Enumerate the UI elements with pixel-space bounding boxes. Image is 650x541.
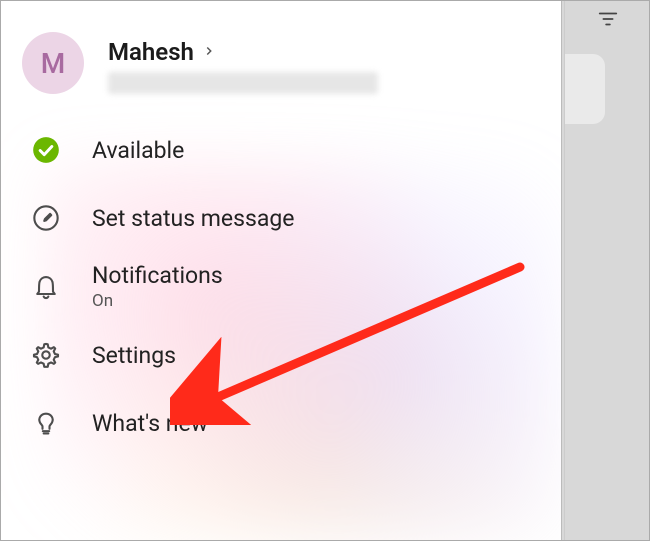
filter-icon xyxy=(597,8,619,34)
menu-label: What's new xyxy=(92,410,208,437)
menu-item-settings[interactable]: Settings xyxy=(0,321,561,389)
menu-item-set-status[interactable]: Set status message xyxy=(0,184,561,252)
menu-label: Notifications xyxy=(92,262,223,289)
avatar-initial: M xyxy=(41,47,66,80)
bell-icon xyxy=(30,271,62,303)
avatar: M xyxy=(22,32,84,94)
menu-sublabel: On xyxy=(92,291,223,311)
background-panel xyxy=(564,0,650,541)
lightbulb-icon xyxy=(30,407,62,439)
profile-name: Mahesh xyxy=(108,38,194,66)
profile-drawer: M Mahesh Available S xyxy=(0,0,562,541)
menu-label: Set status message xyxy=(92,205,295,232)
profile-header[interactable]: M Mahesh xyxy=(0,0,561,112)
profile-subtext-redacted xyxy=(108,72,378,94)
menu-item-available[interactable]: Available xyxy=(0,116,561,184)
profile-text-block: Mahesh xyxy=(108,32,378,94)
chevron-right-icon xyxy=(202,43,216,62)
filter-button[interactable] xyxy=(565,0,650,42)
gear-icon xyxy=(30,339,62,371)
menu-list: Available Set status message Notificatio… xyxy=(0,112,561,461)
menu-label: Settings xyxy=(92,342,176,369)
menu-item-notifications[interactable]: Notifications On xyxy=(0,252,561,321)
edit-status-icon xyxy=(30,202,62,234)
background-card xyxy=(565,54,605,124)
presence-available-icon xyxy=(30,134,62,166)
menu-label: Available xyxy=(92,137,184,164)
menu-item-whats-new[interactable]: What's new xyxy=(0,389,561,457)
